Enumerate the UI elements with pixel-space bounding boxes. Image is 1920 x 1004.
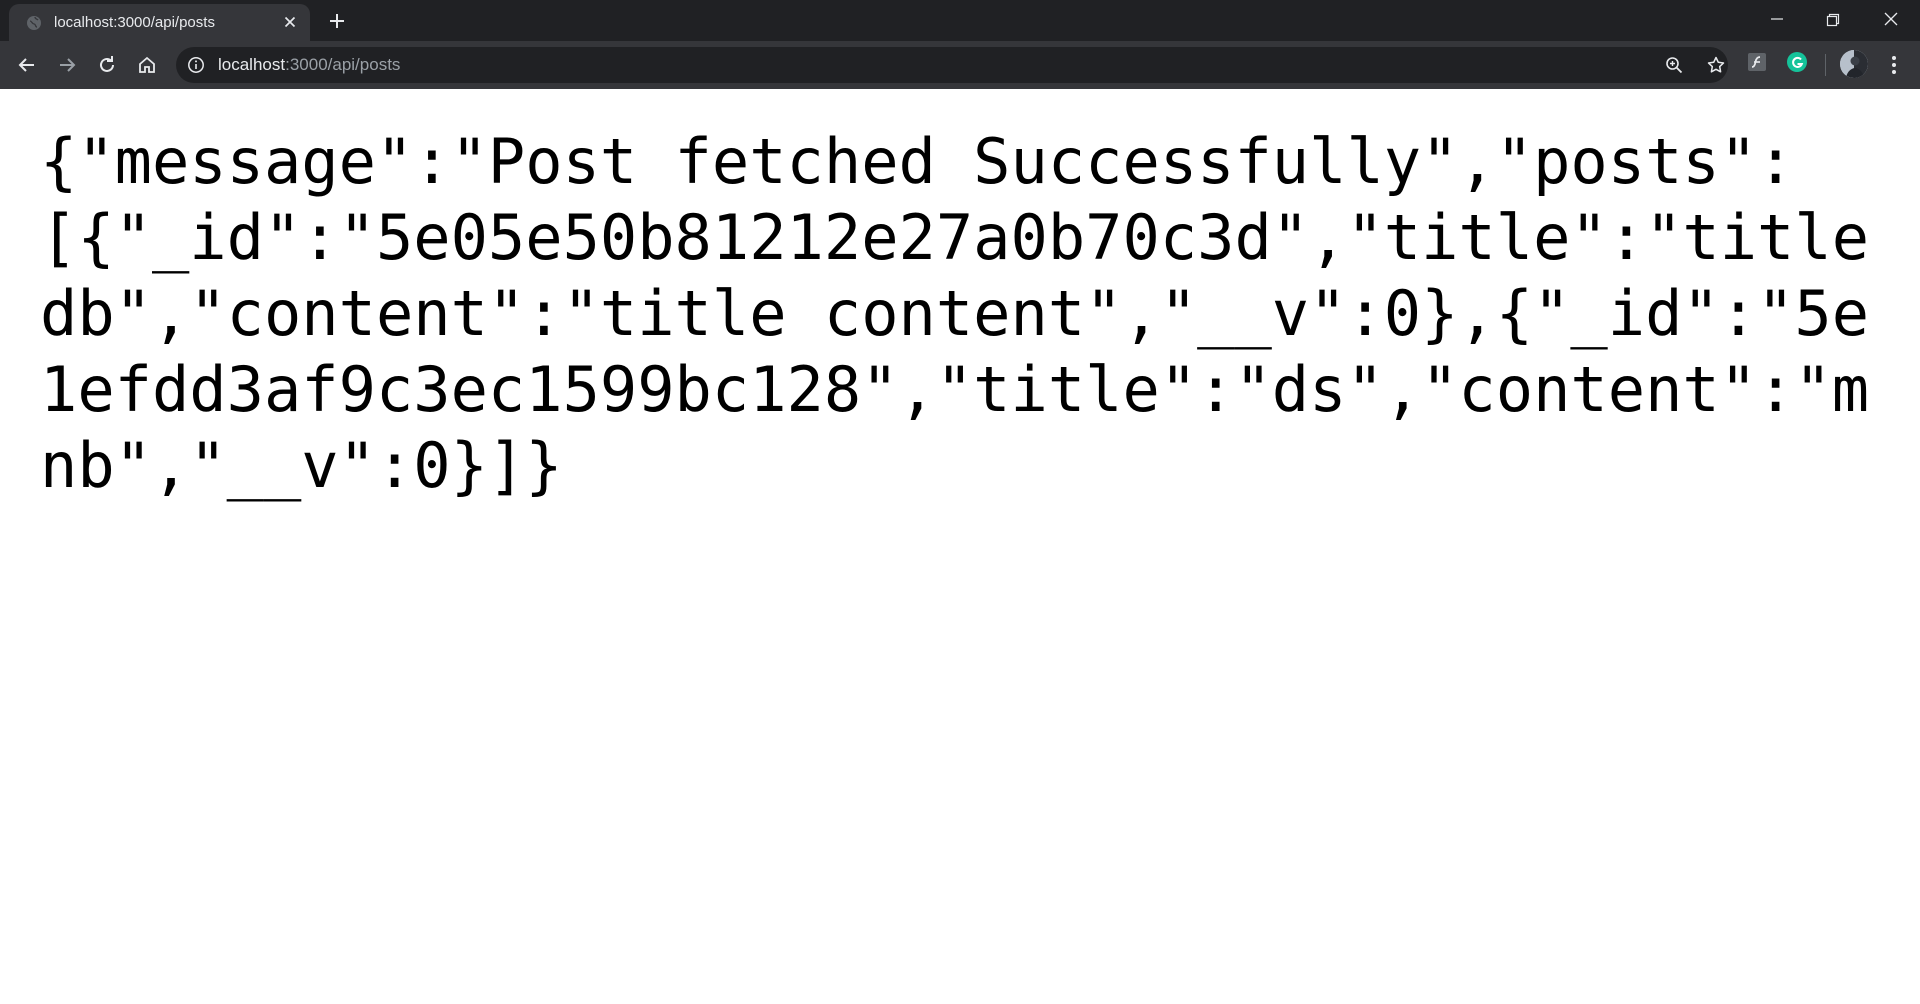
flash-extension-icon[interactable] xyxy=(1746,51,1768,73)
zoom-icon[interactable] xyxy=(1664,55,1684,75)
star-icon[interactable] xyxy=(1706,55,1726,75)
arrow-right-icon[interactable] xyxy=(55,53,79,77)
avatar[interactable] xyxy=(1840,50,1868,78)
minimize-icon[interactable] xyxy=(1763,6,1791,34)
info-icon[interactable] xyxy=(187,56,205,74)
browser-chrome: localhost:3000/api/posts localhost:3000/… xyxy=(0,0,1920,89)
url-host: localhost xyxy=(218,55,286,74)
address-bar[interactable]: localhost:3000/api/posts xyxy=(176,47,1728,83)
arrow-left-icon[interactable] xyxy=(15,53,39,77)
json-response-body: {"message":"Post fetched Successfully","… xyxy=(40,125,1907,502)
reload-icon[interactable] xyxy=(95,53,119,77)
globe-icon xyxy=(26,15,42,31)
restore-icon[interactable] xyxy=(1819,6,1847,34)
tab-strip: localhost:3000/api/posts xyxy=(0,0,1920,41)
url-path: :3000/api/posts xyxy=(285,55,401,74)
home-icon[interactable] xyxy=(135,53,159,77)
close-icon[interactable] xyxy=(281,13,299,31)
grammarly-icon[interactable] xyxy=(1786,51,1808,73)
toolbar: localhost:3000/api/posts xyxy=(0,41,1920,89)
toolbar-divider xyxy=(1825,54,1826,76)
window-close-icon[interactable] xyxy=(1877,6,1905,34)
new-tab-icon[interactable] xyxy=(326,10,348,32)
tab-title: localhost:3000/api/posts xyxy=(54,14,215,31)
url-text[interactable]: localhost:3000/api/posts xyxy=(218,55,400,75)
active-tab[interactable]: localhost:3000/api/posts xyxy=(9,4,310,41)
more-vert-icon[interactable] xyxy=(1884,53,1904,77)
